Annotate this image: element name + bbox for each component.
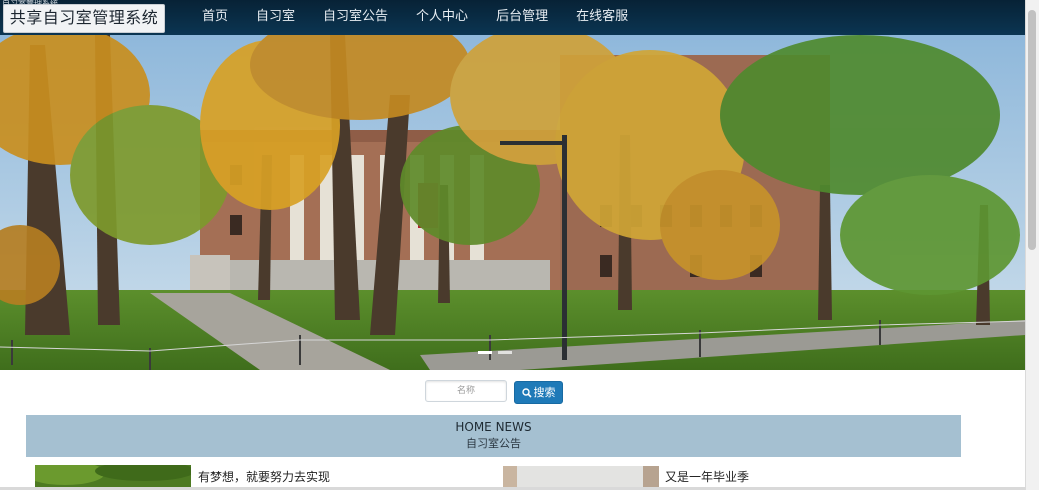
nav-item-announcements[interactable]: 自习室公告 bbox=[309, 0, 402, 35]
nav-item-admin[interactable]: 后台管理 bbox=[482, 0, 562, 35]
news-item-title[interactable]: 有梦想，就要努力去实现 bbox=[198, 470, 330, 484]
nav-item-customer-service[interactable]: 在线客服 bbox=[562, 0, 642, 35]
nav-item-study-rooms[interactable]: 自习室 bbox=[242, 0, 309, 35]
site-title[interactable]: 共享自习室管理系统 bbox=[3, 4, 165, 33]
search-button-label: 搜索 bbox=[533, 386, 556, 399]
news-item-title[interactable]: 又是一年毕业季 bbox=[665, 470, 749, 484]
news-title-english: HOME NEWS bbox=[455, 420, 532, 434]
scrollbar-thumb[interactable] bbox=[1028, 10, 1036, 250]
search-button[interactable]: 搜索 bbox=[514, 381, 563, 404]
search-icon bbox=[521, 388, 532, 398]
hero-banner-image bbox=[0, 35, 1025, 370]
news-section-header: HOME NEWS 自习室公告 bbox=[26, 415, 961, 457]
top-navbar: 自习室管理系统 共享自习室管理系统 首页 自习室 自习室公告 个人中心 后台管理… bbox=[0, 0, 1025, 35]
main-nav: 首页 自习室 自习室公告 个人中心 后台管理 在线客服 bbox=[188, 0, 642, 35]
nav-item-personal-center[interactable]: 个人中心 bbox=[402, 0, 482, 35]
search-input[interactable] bbox=[425, 380, 507, 402]
nav-item-home[interactable]: 首页 bbox=[188, 0, 242, 35]
campus-scene-image bbox=[0, 35, 1025, 370]
news-title-chinese: 自习室公告 bbox=[466, 437, 521, 450]
